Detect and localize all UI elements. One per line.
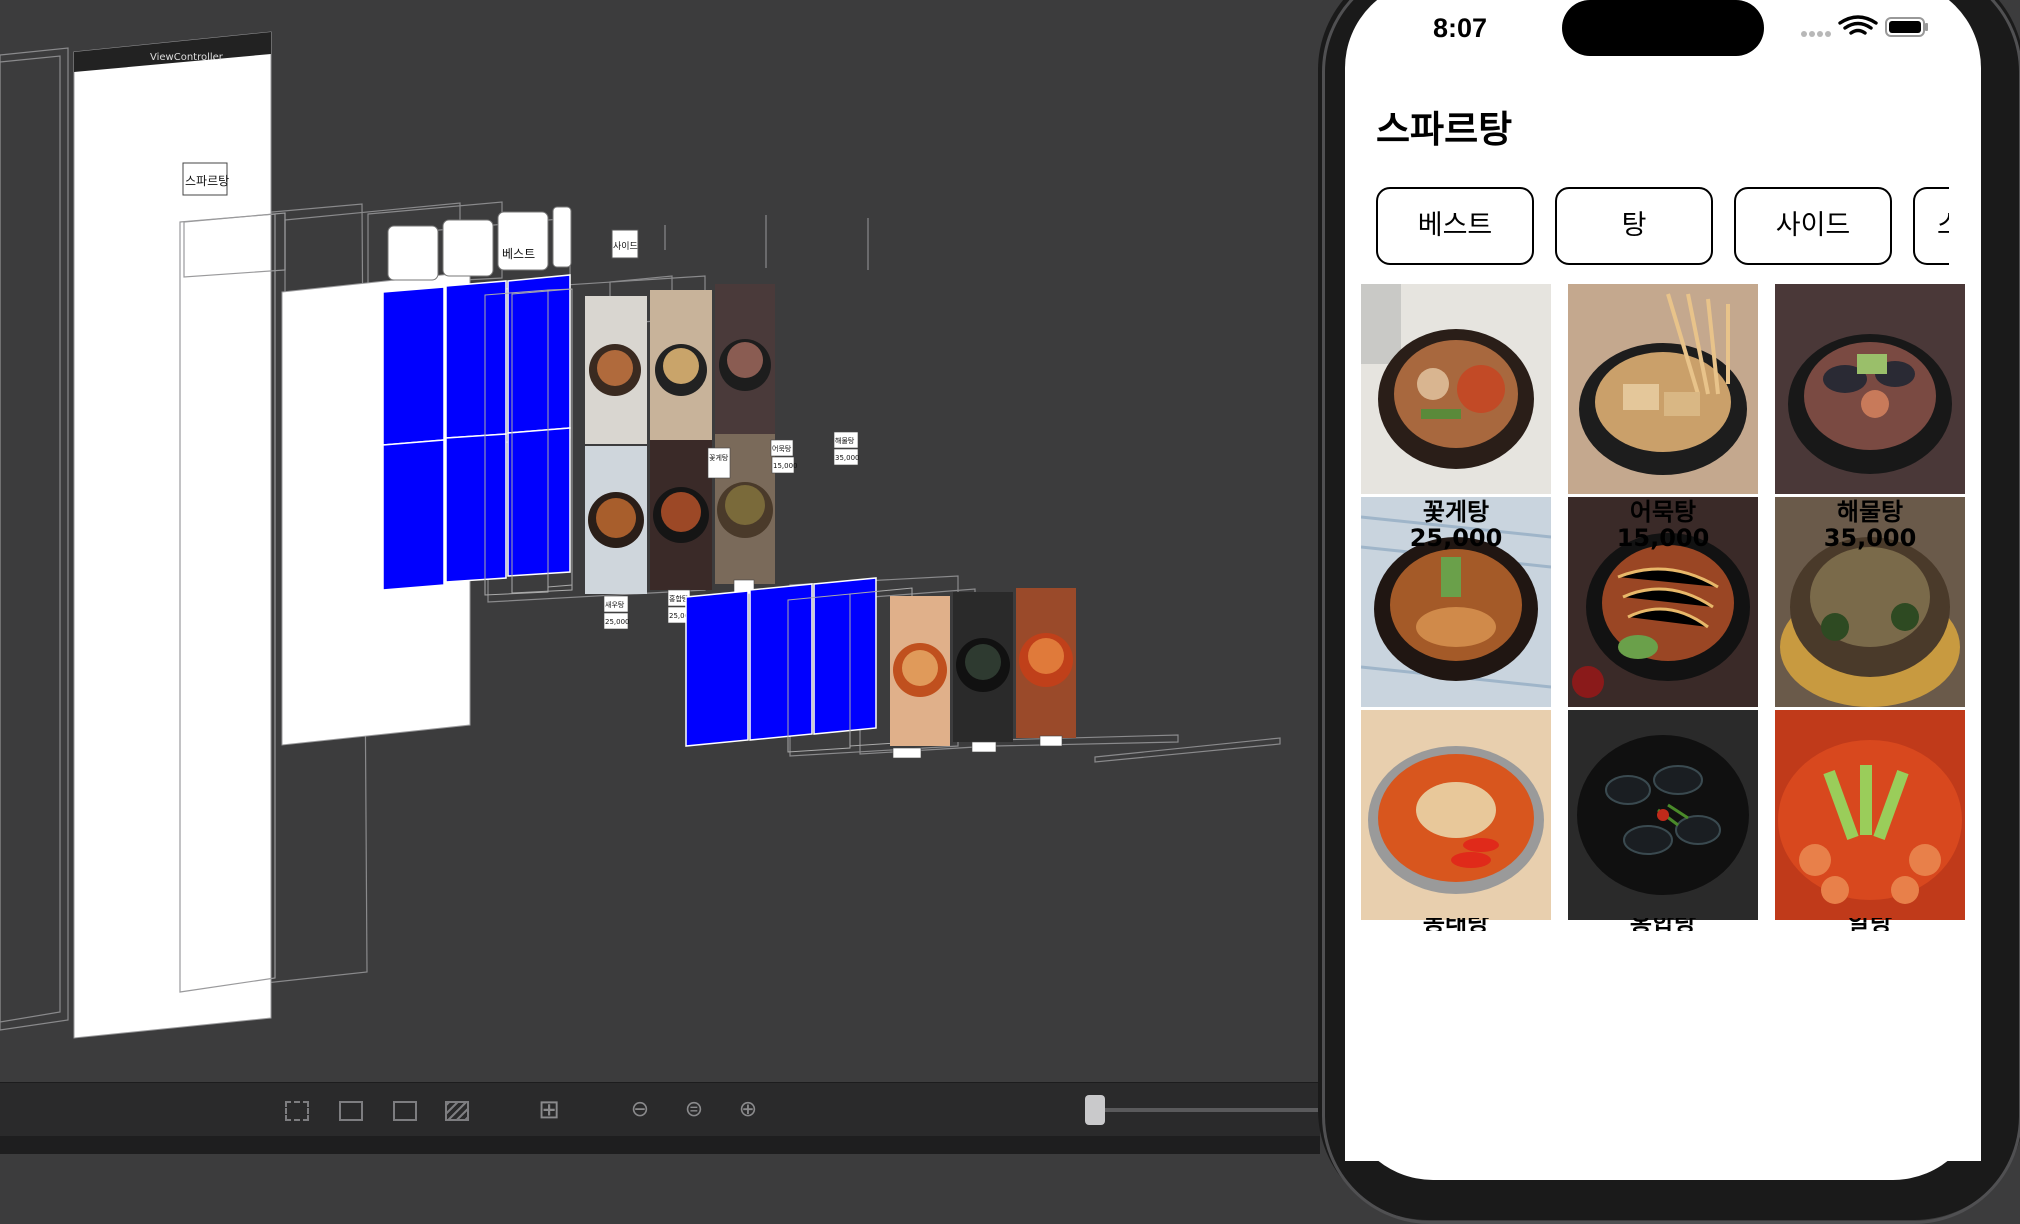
svg-text:꽃게탕: 꽃게탕 — [709, 453, 729, 462]
view-controller-label: ViewController — [150, 52, 224, 63]
category-chip[interactable] — [442, 219, 494, 277]
clipping-icon[interactable] — [393, 1101, 417, 1121]
category-chip[interactable] — [552, 206, 572, 268]
food-image — [1361, 284, 1551, 494]
menu-cell[interactable]: 동태탕 — [1361, 710, 1551, 920]
category-chip[interactable] — [387, 225, 439, 281]
menu-cell[interactable] — [1361, 284, 1551, 494]
chip-best-text: 베스트 — [502, 247, 535, 261]
row-labels-cutoff: 동태탕 홍합탕 알탕 — [1361, 918, 1971, 931]
menu-name: 동태탕 — [1361, 918, 1551, 931]
svg-text:15,000: 15,000 — [773, 462, 798, 470]
menu-name: 알탕 — [1775, 918, 1965, 931]
debug-food-thumbnails — [585, 284, 775, 594]
svg-text:해물탕: 해물탕 — [835, 436, 855, 445]
menu-cell[interactable] — [1568, 284, 1758, 494]
food-image — [1361, 710, 1551, 920]
title-label-text: 스파르탕 — [185, 174, 229, 188]
status-icons — [1800, 14, 1930, 40]
food-image — [1775, 284, 1965, 494]
zoom-in-icon[interactable]: ⊕ — [733, 1097, 763, 1123]
category-chip[interactable] — [497, 211, 549, 271]
highlighted-cells-upper[interactable] — [382, 274, 571, 591]
menu-name: 해물탕 — [1836, 498, 1904, 526]
category-button-best[interactable]: 베스트 — [1376, 187, 1534, 265]
battery-icon — [1885, 17, 1928, 37]
svg-text:어묵탕: 어묵탕 — [772, 444, 792, 453]
zoom-reset-icon[interactable]: ⊜ — [679, 1097, 709, 1123]
svg-text:새우탕: 새우탕 — [605, 600, 625, 609]
wifi-icon — [1838, 15, 1878, 35]
view-hierarchy-3d[interactable]: ViewController 스파르탕 베스트 사이드 어묵탕 15,000 해… — [0, 0, 1320, 1082]
menu-cell[interactable]: 어묵탕 15,000 — [1568, 497, 1758, 707]
spacing-slider-thumb[interactable] — [1085, 1095, 1105, 1125]
layout-icon[interactable] — [285, 1101, 309, 1121]
category-button-partial[interactable]: 스 — [1913, 187, 1949, 265]
menu-cell[interactable]: 꽃게탕 25,000 — [1361, 497, 1551, 707]
debug-food-thumbnails-lower — [890, 588, 1076, 759]
menu-name: 어묵탕 — [1629, 498, 1697, 526]
signal-icon — [1801, 31, 1831, 37]
menu-price: 15,000 — [1616, 524, 1710, 552]
menu-name: 꽃게탕 — [1422, 498, 1490, 526]
food-image — [1568, 710, 1758, 920]
food-image — [1775, 710, 1965, 920]
bottom-status-strip — [0, 1136, 1320, 1154]
svg-text:25,000: 25,000 — [605, 618, 630, 626]
layers-icon[interactable] — [445, 1101, 469, 1121]
screen-empty-area — [1345, 931, 1981, 1161]
category-button-side[interactable]: 사이드 — [1734, 187, 1892, 265]
food-image — [1568, 284, 1758, 494]
chip-side-text: 사이드 — [613, 241, 638, 252]
svg-text:35,000: 35,000 — [835, 454, 860, 462]
status-time: 8:07 — [1432, 13, 1488, 43]
constraints-icon[interactable] — [339, 1101, 363, 1121]
menu-cell[interactable]: 해물탕 35,000 — [1775, 497, 1965, 707]
menu-price: 35,000 — [1823, 524, 1917, 552]
menu-cell[interactable] — [1775, 284, 1965, 494]
highlighted-cells-lower[interactable] — [685, 577, 877, 747]
spacing-slider-track[interactable] — [1095, 1108, 1325, 1112]
view-controller-layer[interactable] — [73, 31, 272, 1039]
grid-icon[interactable]: ⊞ — [534, 1097, 564, 1123]
menu-name: 홍합탕 — [1568, 918, 1758, 931]
menu-cell[interactable]: 홍합탕 — [1568, 710, 1758, 920]
menu-cell[interactable]: 알탕 — [1775, 710, 1965, 920]
view-hierarchy-canvas[interactable]: ViewController 스파르탕 베스트 사이드 어묵탕 15,000 해… — [0, 0, 1320, 1082]
category-button-tang[interactable]: 탕 — [1555, 187, 1713, 265]
menu-price: 25,000 — [1409, 524, 1503, 552]
dynamic-island — [1562, 0, 1764, 56]
zoom-out-icon[interactable]: ⊖ — [625, 1097, 655, 1123]
app-title: 스파르탕 — [1376, 108, 1513, 151]
